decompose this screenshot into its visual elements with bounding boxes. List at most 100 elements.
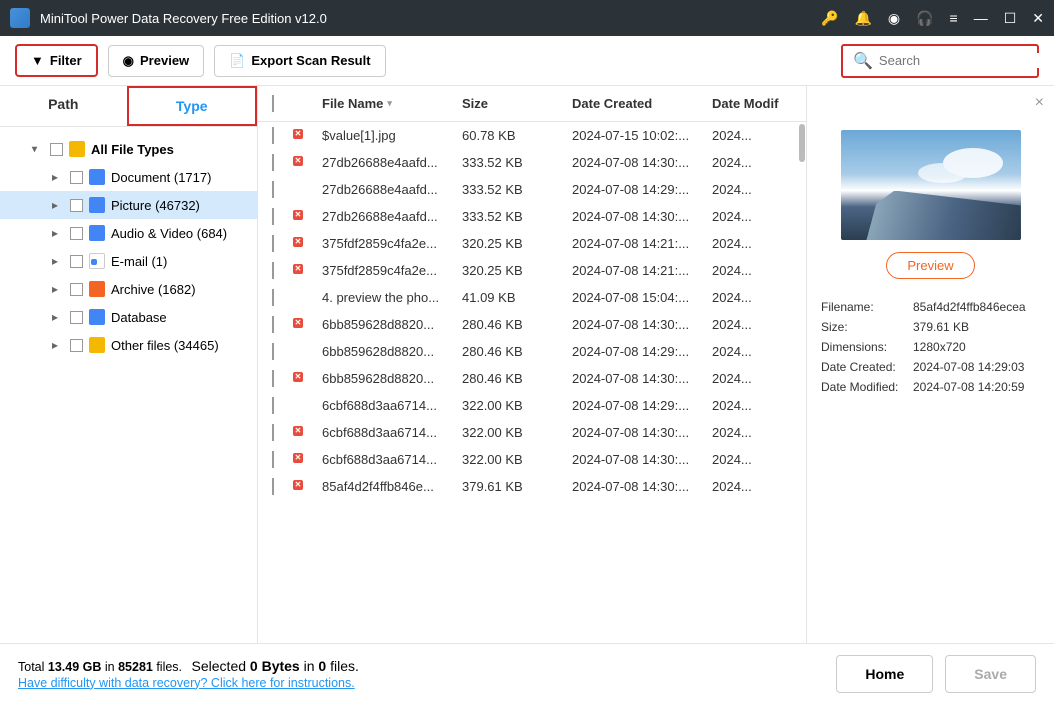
- save-button[interactable]: Save: [945, 655, 1036, 693]
- checkbox[interactable]: [70, 283, 83, 296]
- home-button[interactable]: Home: [836, 655, 933, 693]
- cell-size: 41.09 KB: [462, 290, 572, 305]
- row-checkbox[interactable]: [272, 262, 274, 279]
- doc-icon: [89, 169, 105, 185]
- preview-label: Preview: [140, 53, 189, 68]
- cell-filename: 27db26688e4aafd...: [322, 209, 462, 224]
- tree-item[interactable]: E-mail (1): [0, 247, 257, 275]
- table-row[interactable]: 375fdf2859c4fa2e... 320.25 KB 2024-07-08…: [258, 257, 806, 284]
- titlebar: MiniTool Power Data Recovery Free Editio…: [0, 0, 1054, 36]
- search-box[interactable]: 🔍: [841, 44, 1039, 78]
- table-row[interactable]: 6bb859628d8820... 280.46 KB 2024-07-08 1…: [258, 365, 806, 392]
- search-input[interactable]: [879, 53, 1054, 68]
- scrollbar[interactable]: [798, 122, 806, 643]
- checkbox[interactable]: [70, 199, 83, 212]
- row-checkbox[interactable]: [272, 343, 274, 360]
- tab-type[interactable]: Type: [127, 86, 258, 126]
- checkbox[interactable]: [70, 171, 83, 184]
- table-row[interactable]: 375fdf2859c4fa2e... 320.25 KB 2024-07-08…: [258, 230, 806, 257]
- checkbox[interactable]: [70, 255, 83, 268]
- checkbox[interactable]: [70, 339, 83, 352]
- cell-filename: 6bb859628d8820...: [322, 344, 462, 359]
- export-button[interactable]: 📄 Export Scan Result: [214, 45, 385, 77]
- chevron-right-icon[interactable]: [52, 338, 64, 352]
- cell-created: 2024-07-08 14:29:...: [572, 182, 712, 197]
- row-checkbox[interactable]: [272, 397, 274, 414]
- file-list: File Name▾ Size Date Created Date Modif …: [258, 86, 806, 643]
- row-checkbox[interactable]: [272, 208, 274, 225]
- filter-button[interactable]: ▼ Filter: [15, 44, 98, 77]
- tree-item[interactable]: Document (1717): [0, 163, 257, 191]
- row-checkbox[interactable]: [272, 478, 274, 495]
- maximize-icon[interactable]: ☐: [1004, 10, 1017, 27]
- row-checkbox[interactable]: [272, 424, 274, 441]
- chevron-right-icon[interactable]: [52, 170, 64, 184]
- disc-icon[interactable]: ◉: [888, 10, 900, 27]
- chevron-right-icon[interactable]: [52, 226, 64, 240]
- col-filename[interactable]: File Name▾: [322, 96, 462, 111]
- row-checkbox[interactable]: [272, 154, 274, 171]
- preview-open-button[interactable]: Preview: [886, 252, 974, 279]
- cell-created: 2024-07-08 14:21:...: [572, 263, 712, 278]
- preview-button[interactable]: ◉ Preview: [108, 45, 205, 77]
- meta-size-label: Size:: [821, 320, 913, 334]
- headphones-icon[interactable]: 🎧: [916, 10, 933, 27]
- table-row[interactable]: 6bb859628d8820... 280.46 KB 2024-07-08 1…: [258, 338, 806, 365]
- tree-item-label: E-mail (1): [111, 254, 167, 269]
- tab-path[interactable]: Path: [0, 86, 127, 126]
- bell-icon[interactable]: 🔔: [854, 10, 871, 27]
- chevron-right-icon[interactable]: [52, 254, 64, 268]
- row-checkbox[interactable]: [272, 127, 274, 144]
- tree-item[interactable]: Archive (1682): [0, 275, 257, 303]
- table-row[interactable]: 6cbf688d3aa6714... 322.00 KB 2024-07-08 …: [258, 446, 806, 473]
- chevron-right-icon[interactable]: [52, 310, 64, 324]
- table-row[interactable]: 27db26688e4aafd... 333.52 KB 2024-07-08 …: [258, 149, 806, 176]
- table-row[interactable]: 6cbf688d3aa6714... 322.00 KB 2024-07-08 …: [258, 392, 806, 419]
- row-checkbox[interactable]: [272, 235, 274, 252]
- col-date-modified[interactable]: Date Modif: [712, 96, 792, 111]
- preview-close-icon[interactable]: ×: [1035, 94, 1044, 112]
- select-all-checkbox[interactable]: [272, 95, 274, 112]
- cell-created: 2024-07-08 14:30:...: [572, 155, 712, 170]
- chevron-right-icon[interactable]: [52, 282, 64, 296]
- row-checkbox[interactable]: [272, 370, 274, 387]
- table-row[interactable]: 85af4d2f4ffb846e... 379.61 KB 2024-07-08…: [258, 473, 806, 500]
- table-row[interactable]: 4. preview the pho... 41.09 KB 2024-07-0…: [258, 284, 806, 311]
- col-size[interactable]: Size: [462, 96, 572, 111]
- table-row[interactable]: 6cbf688d3aa6714... 322.00 KB 2024-07-08 …: [258, 419, 806, 446]
- close-icon[interactable]: ✕: [1032, 10, 1044, 27]
- table-row[interactable]: 6bb859628d8820... 280.46 KB 2024-07-08 1…: [258, 311, 806, 338]
- checkbox[interactable]: [70, 311, 83, 324]
- table-row[interactable]: 27db26688e4aafd... 333.52 KB 2024-07-08 …: [258, 176, 806, 203]
- cell-filename: 375fdf2859c4fa2e...: [322, 263, 462, 278]
- table-row[interactable]: $value[1].jpg 60.78 KB 2024-07-15 10:02:…: [258, 122, 806, 149]
- tree-item[interactable]: Database: [0, 303, 257, 331]
- tree-item[interactable]: Other files (34465): [0, 331, 257, 359]
- table-body[interactable]: $value[1].jpg 60.78 KB 2024-07-15 10:02:…: [258, 122, 806, 643]
- footer-selected: Selected 0 Bytes in 0 files.: [192, 658, 359, 674]
- table-header: File Name▾ Size Date Created Date Modif: [258, 86, 806, 122]
- row-checkbox[interactable]: [272, 181, 274, 198]
- scrollbar-thumb[interactable]: [799, 124, 805, 162]
- row-checkbox[interactable]: [272, 451, 274, 468]
- tree-item[interactable]: Picture (46732): [0, 191, 257, 219]
- row-checkbox[interactable]: [272, 316, 274, 333]
- menu-icon[interactable]: ≡: [950, 10, 958, 26]
- tree-root[interactable]: All File Types: [0, 135, 257, 163]
- minimize-icon[interactable]: —: [974, 10, 988, 26]
- cell-created: 2024-07-08 15:04:...: [572, 290, 712, 305]
- key-icon[interactable]: 🔑: [821, 10, 838, 27]
- chevron-down-icon[interactable]: [32, 144, 44, 155]
- meta-dimensions-label: Dimensions:: [821, 340, 913, 354]
- chevron-right-icon[interactable]: [52, 198, 64, 212]
- cell-size: 320.25 KB: [462, 263, 572, 278]
- filter-label: Filter: [50, 53, 82, 68]
- checkbox[interactable]: [50, 143, 63, 156]
- tree-item[interactable]: Audio & Video (684): [0, 219, 257, 247]
- row-checkbox[interactable]: [272, 289, 274, 306]
- footer-help-link[interactable]: Have difficulty with data recovery? Clic…: [18, 676, 824, 690]
- table-row[interactable]: 27db26688e4aafd... 333.52 KB 2024-07-08 …: [258, 203, 806, 230]
- meta-filename-label: Filename:: [821, 300, 913, 314]
- col-date-created[interactable]: Date Created: [572, 96, 712, 111]
- checkbox[interactable]: [70, 227, 83, 240]
